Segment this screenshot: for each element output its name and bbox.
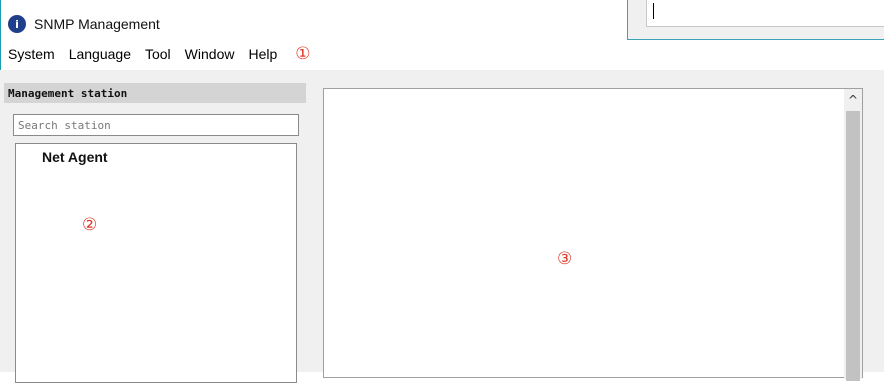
annotation-marker-1: ① xyxy=(295,44,311,64)
annotation-marker-3: ③ xyxy=(557,249,573,269)
tree-item-net-agent[interactable]: Net Agent xyxy=(42,149,108,165)
text-input-field[interactable] xyxy=(646,0,884,27)
panel-header: Management station xyxy=(4,83,306,103)
title-bar: i SNMP Management xyxy=(8,12,160,36)
menu-help[interactable]: Help xyxy=(248,46,277,62)
text-caret xyxy=(653,3,654,19)
annotation-marker-2: ② xyxy=(82,215,98,235)
menu-bar: System Language Tool Window Help ① xyxy=(0,40,884,68)
vertical-scrollbar[interactable]: ^ xyxy=(844,89,862,381)
overlapping-window xyxy=(627,0,884,40)
menu-system[interactable]: System xyxy=(8,46,55,62)
scroll-thumb[interactable] xyxy=(846,111,860,381)
management-station-panel: Management station Net Agent ② xyxy=(0,82,310,383)
app-logo-icon: i xyxy=(8,15,26,33)
main-content-area: ③ ^ xyxy=(323,88,863,381)
scroll-up-arrow-icon[interactable]: ^ xyxy=(844,91,862,109)
menu-tool[interactable]: Tool xyxy=(145,46,171,62)
menu-window[interactable]: Window xyxy=(185,46,235,62)
menu-language[interactable]: Language xyxy=(69,46,131,62)
station-tree: Net Agent ② xyxy=(15,143,297,383)
window-title: SNMP Management xyxy=(34,16,160,32)
snmp-management-window: i SNMP Management System Language Tool W… xyxy=(0,0,884,383)
search-station-input[interactable] xyxy=(13,114,299,136)
